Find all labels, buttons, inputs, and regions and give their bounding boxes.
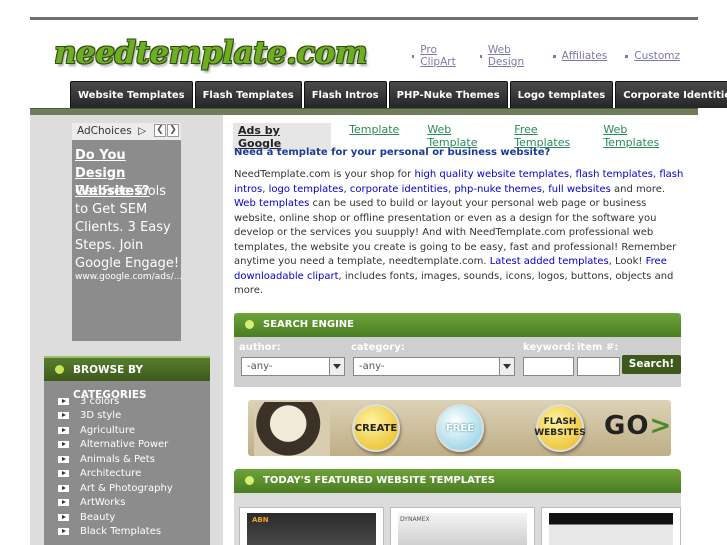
- bullet-icon: [412, 54, 415, 58]
- link-full-websites[interactable]: full websites: [548, 184, 611, 195]
- link-website-templates[interactable]: high quality website templates: [414, 169, 569, 180]
- ad-link-web-templates[interactable]: Web Templates: [603, 123, 686, 151]
- site-logo[interactable]: needtemplate.com: [54, 35, 368, 71]
- category-select[interactable]: -any-: [353, 357, 515, 376]
- featured-panel: ABN DYNAMEX: [234, 493, 681, 545]
- chevron-down-icon: [499, 358, 514, 375]
- category-label: category:: [351, 342, 405, 353]
- tab-flash-templates[interactable]: Flash Templates: [194, 81, 302, 108]
- thumb-image: [549, 513, 673, 545]
- tab-flash-intros[interactable]: Flash Intros: [303, 81, 387, 108]
- bullet-icon: [625, 54, 629, 58]
- link-logo-templates[interactable]: logo templates: [269, 184, 344, 195]
- ad-url[interactable]: www.google.com/ads/...: [75, 272, 182, 282]
- featured-template-thumb[interactable]: DYNAMEX: [390, 507, 535, 545]
- top-links: Pro ClipArt Web Design Affiliates Custom…: [412, 44, 698, 68]
- categories-panel: BROWSE BY CATEGORIES 3 colors 3D style A…: [44, 356, 210, 545]
- search-button[interactable]: Search!: [622, 355, 681, 374]
- link-flash-templates[interactable]: flash templates: [575, 169, 653, 180]
- bullet-icon: [479, 54, 482, 58]
- arrow-icon: [58, 513, 69, 521]
- category-item[interactable]: Black Templates: [58, 525, 173, 540]
- arrow-icon: [58, 484, 69, 492]
- dot-icon: [245, 320, 254, 329]
- top-link-customz[interactable]: Customz: [625, 44, 680, 68]
- top-link-affiliates[interactable]: Affiliates: [552, 44, 607, 68]
- sidebar: AdChoices ▷ ❮ ❯ Do You Design Websites? …: [30, 115, 223, 545]
- chevron-down-icon: [329, 358, 344, 375]
- link-web-templates[interactable]: Web templates: [234, 198, 309, 209]
- keyword-input[interactable]: [523, 357, 574, 376]
- category-item[interactable]: Architecture: [58, 467, 173, 482]
- promo-banner[interactable]: CREATE FREE FLASH WEBSITES GO>: [248, 400, 671, 456]
- link-latest-templates[interactable]: Latest added templates: [490, 256, 609, 267]
- tab-php-nuke-themes[interactable]: PHP-Nuke Themes: [388, 81, 508, 108]
- top-rule: [30, 17, 698, 20]
- intro-text: NeedTemplate.com is your shop for high q…: [234, 169, 684, 296]
- nav-tabs: Website Templates Flash Templates Flash …: [70, 81, 727, 108]
- arrow-icon: [58, 426, 69, 434]
- category-item[interactable]: ArtWorks: [58, 496, 173, 511]
- arrow-icon: [58, 455, 69, 463]
- category-item[interactable]: Art & Photography: [58, 481, 173, 496]
- arrow-icon: [58, 441, 69, 449]
- author-select[interactable]: -any-: [241, 357, 345, 376]
- category-item[interactable]: Alternative Power: [58, 438, 173, 453]
- featured-template-thumb[interactable]: [541, 507, 681, 545]
- dot-icon: [55, 365, 64, 374]
- category-item[interactable]: Agriculture: [58, 423, 173, 438]
- item-label: item #:: [577, 342, 619, 353]
- category-item[interactable]: Beauty: [58, 510, 173, 525]
- category-item[interactable]: 3D style: [58, 409, 173, 424]
- keyword-label: keyword:: [523, 342, 575, 353]
- banner-portrait: [254, 402, 330, 456]
- tab-bar: [30, 108, 698, 115]
- link-corporate-identities[interactable]: corporate identities: [350, 184, 448, 195]
- free-badge: FREE: [436, 404, 484, 452]
- sidebar-ad[interactable]: AdChoices ▷ ❮ ❯ Do You Design Websites? …: [72, 123, 182, 341]
- banner-go: GO>: [604, 411, 671, 441]
- dot-icon: [245, 476, 254, 485]
- thumb-image: DYNAMEX: [398, 513, 527, 545]
- categories-header: BROWSE BY CATEGORIES: [44, 356, 210, 401]
- search-engine-panel: SEARCH ENGINE author: category: keyword:…: [234, 313, 681, 387]
- category-item[interactable]: Animals & Pets: [58, 452, 173, 467]
- thumb-image: ABN: [247, 513, 376, 545]
- arrow-icon: [58, 499, 69, 507]
- search-header: SEARCH ENGINE: [234, 313, 681, 337]
- page-frame: needtemplate.com Pro ClipArt Web Design …: [30, 17, 727, 545]
- ad-prev-icon[interactable]: ❮: [154, 124, 166, 137]
- flash-websites-badge: FLASH WEBSITES: [534, 404, 586, 452]
- arrow-icon: [58, 397, 69, 405]
- ad-body: Get Free Tools to Get SEM Clients. 3 Eas…: [75, 184, 180, 271]
- ad-next-icon[interactable]: ❯: [167, 124, 179, 137]
- tab-website-templates[interactable]: Website Templates: [70, 81, 193, 108]
- create-badge: CREATE: [352, 404, 400, 452]
- featured-template-thumb[interactable]: ABN: [239, 507, 384, 545]
- arrow-icon: [58, 412, 69, 420]
- top-link-pro-clipart[interactable]: Pro ClipArt: [412, 44, 462, 68]
- category-item[interactable]: 3 colors: [58, 394, 173, 409]
- tab-corporate-identities[interactable]: Corporate Identities: [615, 81, 727, 108]
- link-php-nuke-themes[interactable]: php-nuke themes: [454, 184, 542, 195]
- author-label: author:: [239, 342, 281, 353]
- arrow-icon: [58, 470, 69, 478]
- categories-list: 3 colors 3D style Agriculture Alternativ…: [58, 394, 173, 539]
- item-number-input[interactable]: [577, 357, 620, 376]
- featured-header: TODAY'S FEATURED WEBSITE TEMPLATES: [234, 469, 681, 493]
- adchoices-icon: ▷: [138, 125, 147, 137]
- bullet-icon: [552, 54, 556, 58]
- tab-logo-templates[interactable]: Logo templates: [509, 81, 614, 108]
- arrow-icon: [58, 528, 69, 536]
- intro-question: Need a template for your personal or bus…: [234, 147, 551, 158]
- top-link-web-design[interactable]: Web Design: [479, 44, 535, 68]
